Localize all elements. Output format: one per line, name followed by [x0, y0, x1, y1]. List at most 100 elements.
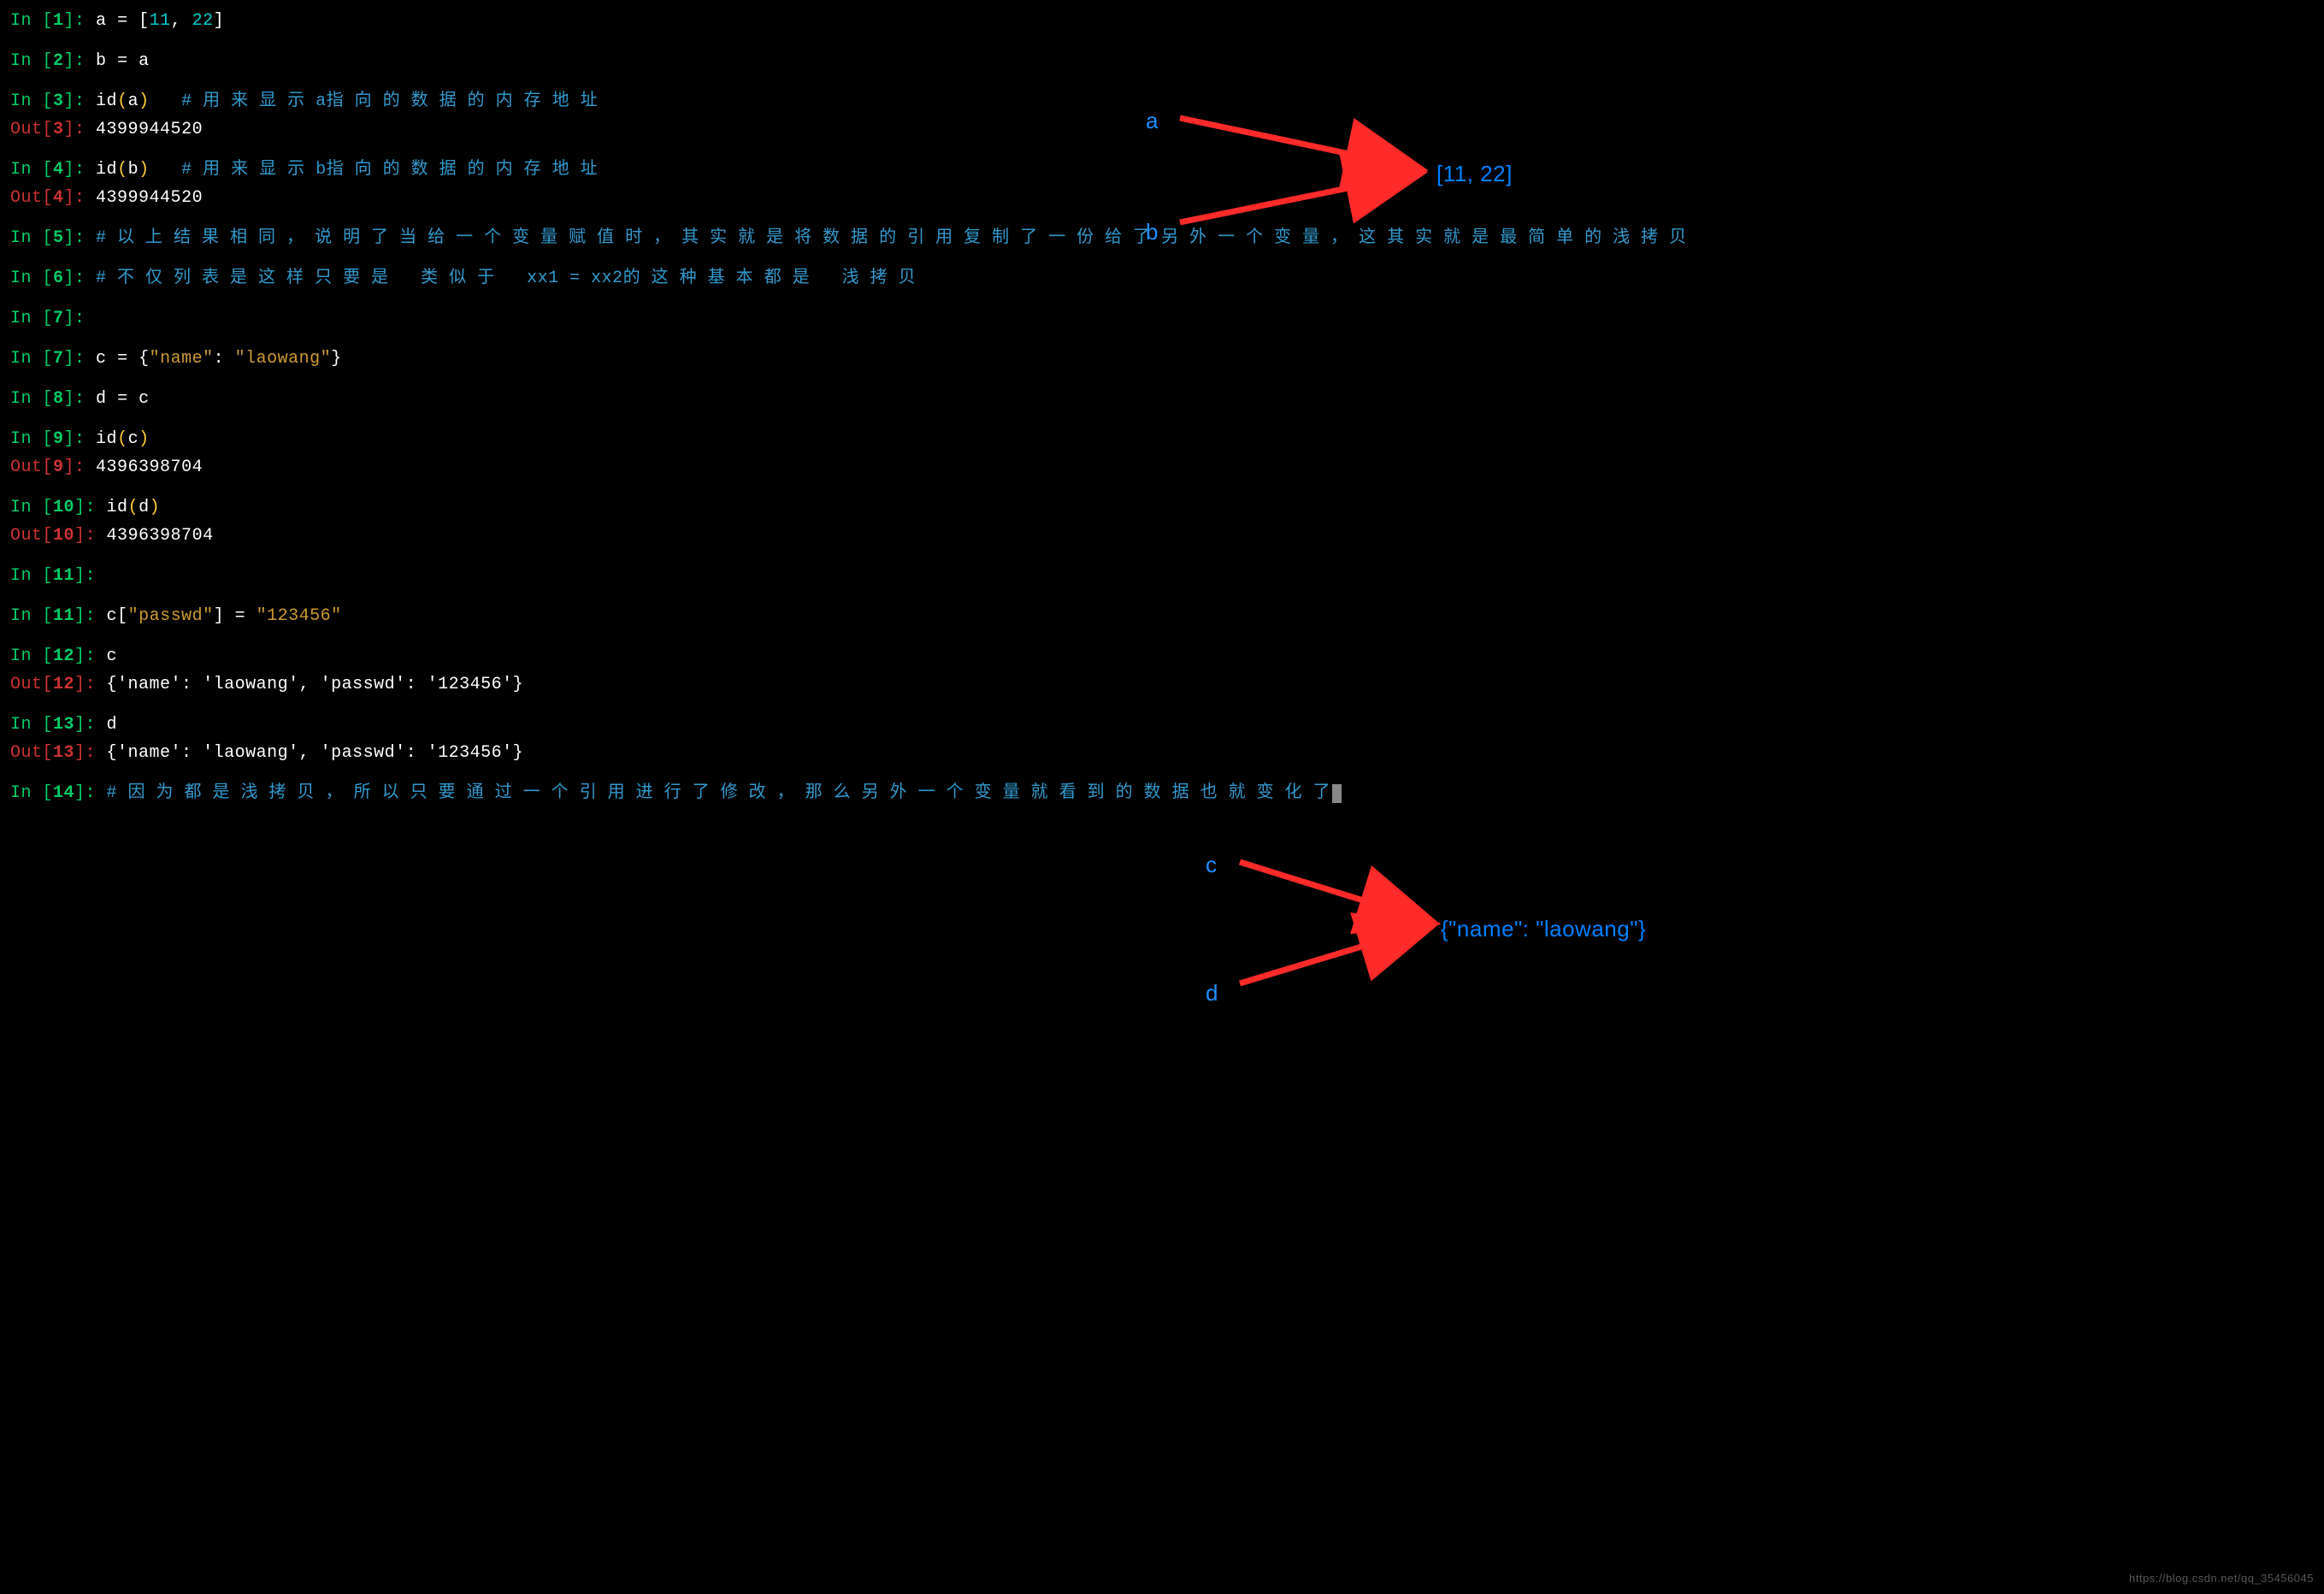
prompt-number: 10 [53, 526, 74, 546]
input-line: In [11]: c["passwd"] = "123456" [10, 602, 2314, 630]
in-prompt: In [ [10, 715, 53, 735]
token-paren: ) [139, 429, 150, 449]
token-code: = [117, 51, 139, 71]
input-line: In [7]: c = {"name": "laowang"} [10, 345, 2314, 373]
token-number: 11 [150, 11, 171, 31]
ipython-terminal[interactable]: In [1]: a = [11, 22]In [2]: b = aIn [3]:… [10, 7, 2314, 807]
token-code: d [139, 498, 150, 517]
input-line: In [9]: id(c) [10, 425, 2314, 453]
token-code: { [139, 349, 150, 369]
token-output: {'name': 'laowang', 'passwd': '123456'} [107, 743, 524, 763]
token-code: , [171, 11, 192, 31]
token-code: a [96, 11, 117, 31]
out-prompt: Out[ [10, 743, 53, 763]
token-code: id [96, 160, 117, 180]
input-line: In [5]: # 以 上 结 果 相 同 ， 说 明 了 当 给 一 个 变 … [10, 224, 2314, 252]
token-code: d [96, 389, 117, 409]
in-prompt: In [ [10, 606, 53, 626]
prompt-number: 7 [53, 349, 64, 369]
token-code: : [214, 349, 235, 369]
token-code: c [128, 429, 139, 449]
prompt-number: 8 [53, 389, 64, 409]
reference-diagram-cd: c d {"name": "laowang"} [1197, 829, 1881, 1018]
prompt-number: 6 [53, 269, 64, 288]
input-line: In [10]: id(d) [10, 493, 2314, 522]
in-prompt: In [ [10, 429, 53, 449]
token-code: id [96, 92, 117, 111]
token-code: b [96, 51, 117, 71]
output-line: Out[10]: 4396398704 [10, 522, 2314, 550]
token-code: id [96, 429, 117, 449]
diagram-label-c: c [1206, 847, 1218, 883]
prompt-number: 10 [53, 498, 74, 517]
token-code: a [128, 92, 139, 111]
output-line: Out[13]: {'name': 'laowang', 'passwd': '… [10, 739, 2314, 767]
input-line: In [1]: a = [11, 22] [10, 7, 2314, 35]
token-output: 4396398704 [107, 526, 214, 546]
prompt-number: 1 [53, 11, 64, 31]
token-code: c [139, 389, 150, 409]
token-paren: ( [117, 429, 128, 449]
token-paren: ) [150, 498, 161, 517]
token-output: 4399944520 [96, 188, 203, 208]
prompt-number: 11 [53, 606, 74, 626]
output-line: Out[9]: 4396398704 [10, 453, 2314, 481]
prompt-number: 9 [53, 458, 64, 477]
prompt-number: 13 [53, 715, 74, 735]
token-paren: ( [117, 160, 128, 180]
token-code: c [96, 349, 117, 369]
in-prompt: In [ [10, 566, 53, 586]
prompt-number: 4 [53, 160, 64, 180]
token-comment: # 用 来 显 示 a指 向 的 数 据 的 内 存 地 址 [181, 92, 598, 111]
out-prompt: Out[ [10, 120, 53, 139]
token-code: c[ [107, 606, 128, 626]
token-paren: ) [139, 92, 150, 111]
prompt-number: 3 [53, 120, 64, 139]
token-code: c [107, 646, 118, 666]
diagram-target-dict: {"name": "laowang"} [1441, 911, 1646, 948]
token-code [150, 160, 182, 180]
in-prompt: In [ [10, 646, 53, 666]
in-prompt: In [ [10, 783, 53, 803]
token-output: 4399944520 [96, 120, 203, 139]
token-string: "passwd" [128, 606, 214, 626]
prompt-number: 14 [53, 783, 74, 803]
token-comment: # 不 仅 列 表 是 这 样 只 要 是 类 似 于 xx1 = xx2的 这… [96, 269, 916, 288]
token-output: 4396398704 [96, 458, 203, 477]
out-prompt: Out[ [10, 188, 53, 208]
in-prompt: In [ [10, 92, 53, 111]
token-paren: ( [117, 92, 128, 111]
token-string: "name" [150, 349, 214, 369]
prompt-number: 12 [53, 646, 74, 666]
in-prompt: In [ [10, 11, 53, 31]
token-code: a [139, 51, 150, 71]
token-comment: # 因 为 都 是 浅 拷 贝 ， 所 以 只 要 通 过 一 个 引 用 进 … [107, 783, 1331, 803]
out-prompt: Out[ [10, 526, 53, 546]
token-output: {'name': 'laowang', 'passwd': '123456'} [107, 675, 524, 694]
token-paren: ) [139, 160, 150, 180]
arrow-c-icon [1214, 829, 1454, 1018]
input-line: In [12]: c [10, 642, 2314, 670]
prompt-number: 4 [53, 188, 64, 208]
output-line: Out[12]: {'name': 'laowang', 'passwd': '… [10, 670, 2314, 699]
in-prompt: In [ [10, 389, 53, 409]
token-code: = [117, 11, 139, 31]
prompt-number: 13 [53, 743, 74, 763]
prompt-number: 5 [53, 228, 64, 248]
out-prompt: Out[ [10, 675, 53, 694]
token-code: = [117, 349, 139, 369]
token-paren: ( [128, 498, 139, 517]
in-prompt: In [ [10, 51, 53, 71]
input-line: In [8]: d = c [10, 385, 2314, 413]
prompt-number: 11 [53, 566, 74, 586]
input-line: In [7]: [10, 304, 2314, 333]
input-line: In [14]: # 因 为 都 是 浅 拷 贝 ， 所 以 只 要 通 过 一… [10, 779, 2314, 807]
token-code: = [117, 389, 139, 409]
in-prompt: In [ [10, 160, 53, 180]
token-code: [ [139, 11, 150, 31]
input-line: In [11]: [10, 562, 2314, 590]
output-line: Out[4]: 4399944520 [10, 184, 2314, 212]
in-prompt: In [ [10, 349, 53, 369]
prompt-number: 9 [53, 429, 64, 449]
out-prompt: Out[ [10, 458, 53, 477]
